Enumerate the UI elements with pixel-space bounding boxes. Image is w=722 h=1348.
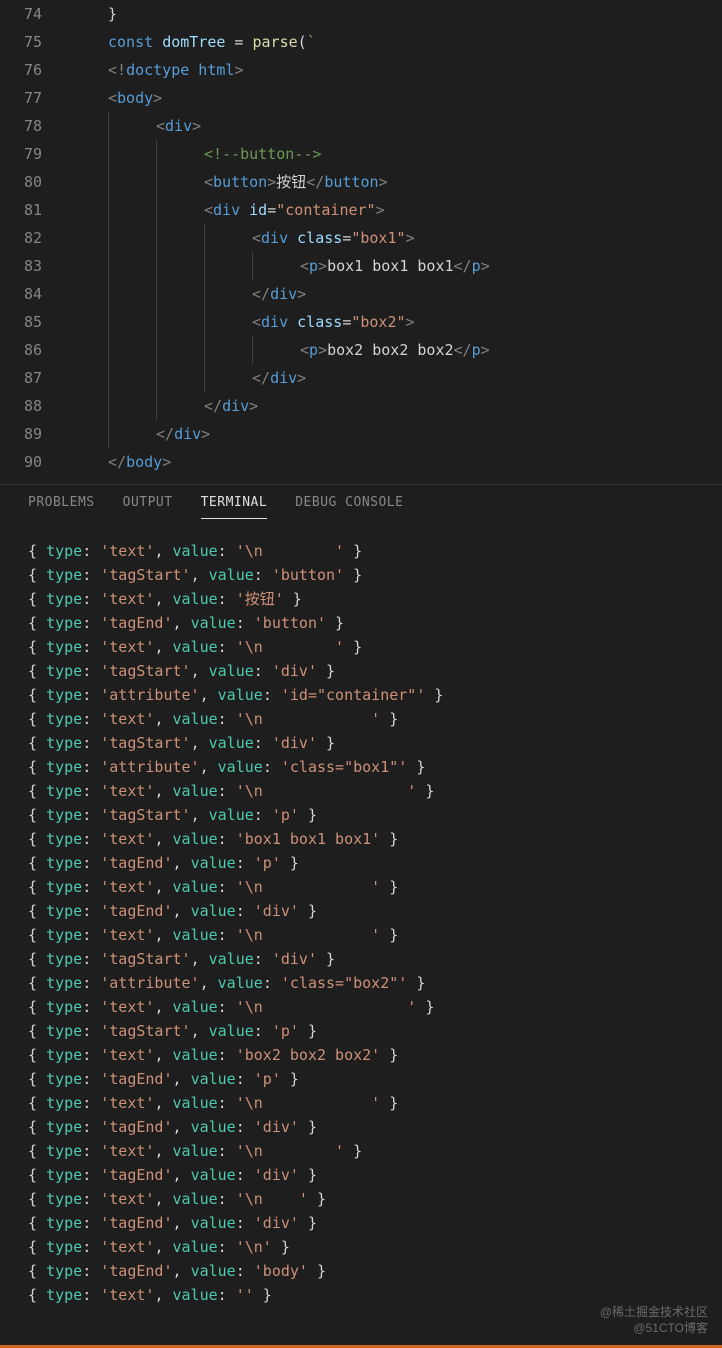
terminal-line: { type: 'tagStart', value: 'button' } (28, 563, 694, 587)
terminal-line: { type: 'text', value: 'box1 box1 box1' … (28, 827, 694, 851)
code-content: } (60, 0, 722, 28)
terminal-line: { type: 'text', value: 'box2 box2 box2' … (28, 1043, 694, 1067)
code-line[interactable]: 83<p>box1 box1 box1</p> (0, 252, 722, 280)
terminal-line: { type: 'attribute', value: 'class="box1… (28, 755, 694, 779)
code-line[interactable]: 82<div class="box1"> (0, 224, 722, 252)
terminal-line: { type: 'tagEnd', value: 'div' } (28, 1163, 694, 1187)
watermark-line: @51CTO博客 (600, 1320, 708, 1336)
terminal-line: { type: 'tagEnd', value: 'div' } (28, 1211, 694, 1235)
terminal-line: { type: 'tagEnd', value: 'div' } (28, 1115, 694, 1139)
line-number: 74 (0, 0, 60, 28)
terminal-line: { type: 'tagEnd', value: 'body' } (28, 1259, 694, 1283)
line-number: 75 (0, 28, 60, 56)
terminal-line: { type: 'text', value: '\n ' } (28, 923, 694, 947)
code-line[interactable]: 74} (0, 0, 722, 28)
code-line[interactable]: 75const domTree = parse(` (0, 28, 722, 56)
code-content: </div> (60, 280, 722, 308)
terminal-line: { type: 'text', value: '\n' } (28, 1235, 694, 1259)
line-number: 81 (0, 196, 60, 224)
terminal-line: { type: 'tagEnd', value: 'div' } (28, 899, 694, 923)
terminal-line: { type: 'tagStart', value: 'p' } (28, 803, 694, 827)
terminal-line: { type: 'tagStart', value: 'div' } (28, 731, 694, 755)
code-content: </div> (60, 392, 722, 420)
code-content: <body> (60, 84, 722, 112)
code-content: <div class="box2"> (60, 308, 722, 336)
code-line[interactable]: 77<body> (0, 84, 722, 112)
line-number: 84 (0, 280, 60, 308)
code-editor[interactable]: 74}75const domTree = parse(`76<!doctype … (0, 0, 722, 484)
code-line[interactable]: 88</div> (0, 392, 722, 420)
line-number: 82 (0, 224, 60, 252)
line-number: 78 (0, 112, 60, 140)
terminal-line: { type: 'attribute', value: 'class="box2… (28, 971, 694, 995)
code-line[interactable]: 86<p>box2 box2 box2</p> (0, 336, 722, 364)
terminal-line: { type: 'text', value: '' } (28, 1283, 694, 1307)
code-line[interactable]: 85<div class="box2"> (0, 308, 722, 336)
code-content: <!doctype html> (60, 56, 722, 84)
code-content: <button>按钮</button> (60, 168, 722, 196)
terminal-line: { type: 'text', value: '按钮' } (28, 587, 694, 611)
terminal-line: { type: 'tagStart', value: 'div' } (28, 947, 694, 971)
code-content: </div> (60, 420, 722, 448)
line-number: 83 (0, 252, 60, 280)
terminal-output[interactable]: { type: 'text', value: '\n ' }{ type: 't… (0, 519, 722, 1315)
code-content: const domTree = parse(` (60, 28, 722, 56)
code-content: <div class="box1"> (60, 224, 722, 252)
terminal-line: { type: 'text', value: '\n ' } (28, 995, 694, 1019)
terminal-line: { type: 'text', value: '\n ' } (28, 875, 694, 899)
code-line[interactable]: 89</div> (0, 420, 722, 448)
terminal-line: { type: 'text', value: '\n ' } (28, 707, 694, 731)
code-line[interactable]: 78<div> (0, 112, 722, 140)
code-content: </body> (60, 448, 722, 476)
terminal-line: { type: 'tagEnd', value: 'button' } (28, 611, 694, 635)
line-number: 77 (0, 84, 60, 112)
terminal-line: { type: 'text', value: '\n ' } (28, 635, 694, 659)
line-number: 76 (0, 56, 60, 84)
code-content: <div> (60, 112, 722, 140)
panel-tabs: PROBLEMS OUTPUT TERMINAL DEBUG CONSOLE (0, 484, 722, 519)
terminal-line: { type: 'text', value: '\n ' } (28, 1091, 694, 1115)
line-number: 85 (0, 308, 60, 336)
terminal-line: { type: 'attribute', value: 'id="contain… (28, 683, 694, 707)
line-number: 80 (0, 168, 60, 196)
terminal-line: { type: 'text', value: '\n ' } (28, 779, 694, 803)
terminal-line: { type: 'tagEnd', value: 'p' } (28, 1067, 694, 1091)
terminal-line: { type: 'text', value: '\n ' } (28, 1139, 694, 1163)
code-content: <p>box1 box1 box1</p> (60, 252, 722, 280)
line-number: 90 (0, 448, 60, 476)
code-line[interactable]: 81<div id="container"> (0, 196, 722, 224)
terminal-line: { type: 'tagStart', value: 'div' } (28, 659, 694, 683)
code-line[interactable]: 84</div> (0, 280, 722, 308)
code-content: <p>box2 box2 box2</p> (60, 336, 722, 364)
panel-tab-problems[interactable]: PROBLEMS (28, 495, 95, 519)
line-number: 88 (0, 392, 60, 420)
terminal-line: { type: 'tagEnd', value: 'p' } (28, 851, 694, 875)
line-number: 87 (0, 364, 60, 392)
terminal-line: { type: 'text', value: '\n ' } (28, 1187, 694, 1211)
terminal-line: { type: 'text', value: '\n ' } (28, 539, 694, 563)
code-line[interactable]: 76<!doctype html> (0, 56, 722, 84)
code-content: </div> (60, 364, 722, 392)
panel-tab-debug-console[interactable]: DEBUG CONSOLE (295, 495, 403, 519)
code-line[interactable]: 80<button>按钮</button> (0, 168, 722, 196)
code-line[interactable]: 90</body> (0, 448, 722, 476)
line-number: 79 (0, 140, 60, 168)
code-line[interactable]: 87</div> (0, 364, 722, 392)
code-line[interactable]: 79<!--button--> (0, 140, 722, 168)
panel-tab-terminal[interactable]: TERMINAL (201, 495, 268, 519)
line-number: 86 (0, 336, 60, 364)
code-content: <!--button--> (60, 140, 722, 168)
panel-tab-output[interactable]: OUTPUT (123, 495, 173, 519)
line-number: 89 (0, 420, 60, 448)
code-content: <div id="container"> (60, 196, 722, 224)
terminal-line: { type: 'tagStart', value: 'p' } (28, 1019, 694, 1043)
